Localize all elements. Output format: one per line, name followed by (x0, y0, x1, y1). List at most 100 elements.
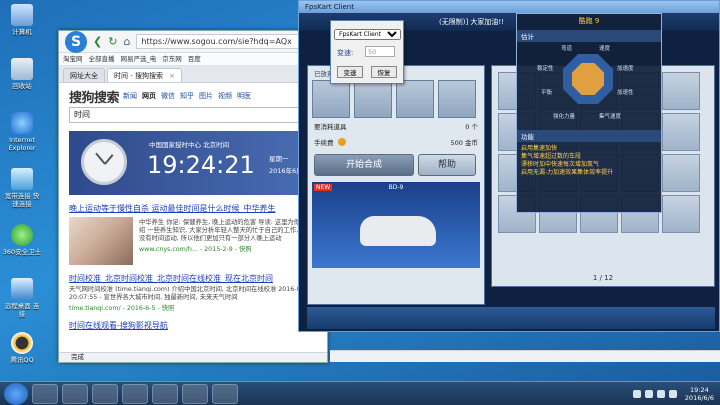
tab-search-time[interactable]: 时间 - 搜狗搜索 × (107, 68, 182, 82)
stat-label: 弯道 (561, 46, 573, 52)
sogou-search-logo[interactable]: 搜狗搜索 (69, 87, 120, 106)
material-slot[interactable] (396, 80, 434, 118)
beijing-time-card: 中国国家授时中心 北京时间 19:24:21 星期一 2016年6月6 (69, 131, 319, 195)
help-button[interactable]: 帮助 (418, 154, 476, 176)
search-nav-item[interactable]: 微信 (161, 91, 175, 101)
recycle-bin-icon (11, 58, 33, 80)
fee-label: 手续费 (314, 139, 334, 147)
system-tray: 19:24 2016/6/6 (632, 386, 720, 402)
taskbar-app-game-2[interactable] (212, 383, 238, 404)
speed-button[interactable]: 变速 (337, 66, 363, 78)
tab-home-directory[interactable]: 网址大全 (63, 68, 105, 82)
desktop-icon-label: 360安全卫士 (2, 248, 42, 256)
clock-label: 中国国家授时中心 北京时间 (149, 141, 230, 149)
stat-label: 稳定性 (537, 66, 554, 72)
speed-input[interactable] (365, 46, 395, 57)
result-title[interactable]: 晚上运动等于慢性自杀 运动最佳时间是什么时候_中华养生 (69, 203, 319, 214)
sogou-browser-logo[interactable]: S (65, 31, 87, 53)
car-icon (360, 216, 436, 246)
result-url[interactable]: time.tianqi.com/ - 2016-6-5 - 快照 (69, 303, 319, 312)
search-nav-item[interactable]: 明医 (237, 91, 251, 101)
bookmark-item[interactable]: 京东网 (162, 53, 182, 65)
taskbar-app-sogou[interactable] (32, 383, 58, 404)
remote-desktop-icon (11, 278, 33, 300)
tray-clock[interactable]: 19:24 2016/6/6 (685, 386, 714, 402)
start-button[interactable] (4, 382, 28, 405)
tooltip-section-function: 功能 (517, 130, 661, 142)
material-slot[interactable] (438, 80, 476, 118)
bookmark-item[interactable]: 淘宝网 (63, 53, 83, 65)
search-nav-item[interactable]: 知乎 (180, 91, 194, 101)
volume-icon[interactable] (668, 389, 677, 398)
result-url[interactable]: www.cnys.com/h... - 2015-2-9 - 快照 (139, 244, 319, 253)
client-select[interactable]: FpsKart Client (334, 29, 401, 40)
stat-label: 加速性 (617, 90, 634, 96)
synthesis-panel: 已放弃车辆 要消耗道具 0 个 手续费 500 金币 开始合成 帮助 NEW B… (307, 65, 485, 305)
stat-label: 速度 (599, 46, 611, 52)
car-slot[interactable] (662, 113, 700, 151)
result-title[interactable]: 时间校准_北京时间校准_北京时间在线校准_现在北京时间 (69, 273, 319, 284)
address-bar[interactable]: https://www.sogou.com/sie?hdq=AQx (136, 34, 321, 49)
stat-label: 强化力量 (553, 114, 576, 120)
fee-value: 500 金币 (450, 139, 478, 147)
speed-label: 变速: (337, 49, 354, 57)
taskbar-app-folder[interactable] (122, 383, 148, 404)
taskbar-app-media[interactable] (62, 383, 88, 404)
desktop-icon-ie[interactable]: Internet Explorer (2, 112, 42, 152)
result-thumbnail[interactable] (69, 217, 133, 265)
search-input[interactable]: 时间 (69, 107, 319, 123)
car-slot[interactable] (662, 72, 700, 110)
restore-button[interactable]: 恢复 (371, 66, 397, 78)
search-result: 时间校准_北京时间校准_北京时间在线校准_现在北京时间 天气网时间校准 (tim… (69, 273, 319, 312)
required-items-row: 要消耗道具 0 个 (308, 118, 484, 134)
car-slot[interactable] (662, 195, 700, 233)
coin-icon (337, 138, 346, 146)
browser-toolbar: S ❮ ↻ ⌂ https://www.sogou.com/sie?hdq=AQ… (59, 31, 327, 53)
car-stats-tooltip: 酷跑 9 估计 弯道 速度 稳定性 加速度 平衡 加速性 强化力量 集气速度 功… (516, 13, 662, 213)
refresh-icon[interactable]: ↻ (108, 35, 117, 48)
taskbar-app-game[interactable] (182, 383, 208, 404)
search-nav-item[interactable]: 图片 (199, 91, 213, 101)
back-icon[interactable]: ❮ (93, 35, 102, 48)
desktop-icon-computer[interactable]: 计算机 (2, 4, 42, 36)
game-window-title: FpsKart Client (299, 1, 719, 13)
clock-time: 19:24:21 (147, 151, 255, 179)
car-name: BD-9 (388, 184, 404, 191)
bookmark-item[interactable]: 百度 (188, 53, 201, 65)
bookmark-item[interactable]: 全部直播 (89, 53, 115, 65)
search-result: 时间在线观看-搜狗影视导航 (69, 320, 319, 331)
result-title[interactable]: 时间在线观看-搜狗影视导航 (69, 320, 319, 331)
desktop-icon-label: 回收站 (12, 82, 32, 90)
network-icon[interactable] (656, 389, 665, 398)
required-items-value: 0 个 (465, 123, 478, 131)
desktop-icon-broadband[interactable]: 宽带连接 快速连接 (2, 168, 42, 208)
taskbar-app-explorer[interactable] (92, 383, 118, 404)
close-icon[interactable]: × (169, 72, 175, 80)
start-synthesis-button[interactable]: 开始合成 (314, 154, 414, 176)
desktop-icon-recycle-bin[interactable]: 回收站 (2, 58, 42, 90)
tray-date: 2016/6/6 (684, 393, 714, 402)
desktop-icon-label: 远程桌面 连接 (4, 302, 40, 318)
stat-label: 集气速度 (599, 114, 622, 120)
bookmark-item[interactable]: 网易严选_电 (121, 53, 157, 65)
internet-explorer-icon (11, 112, 33, 134)
home-icon[interactable]: ⌂ (123, 35, 130, 48)
desktop-icon-qq[interactable]: 腾讯QQ (2, 332, 42, 364)
bookmarks-bar: 淘宝网 全部直播 网易严选_电 京东网 百度 (59, 53, 327, 66)
inventory-pager[interactable]: 1 / 12 (491, 271, 715, 285)
desktop-icon-remote-desktop[interactable]: 远程桌面 连接 (2, 278, 42, 318)
search-nav-item[interactable]: 视频 (218, 91, 232, 101)
tooltip-section-stats: 估计 (517, 30, 661, 42)
desktop-icon-360[interactable]: 360安全卫士 (2, 224, 42, 256)
tray-icon[interactable] (644, 389, 653, 398)
tray-icon[interactable] (632, 389, 641, 398)
browser-status-bar-right (330, 350, 720, 362)
taskbar-app-notepad[interactable] (152, 383, 178, 404)
search-nav-item[interactable]: 新闻 (123, 91, 137, 101)
material-slot[interactable] (354, 80, 392, 118)
result-snippet: 中华养生 你足: 保健养生, 晚上运动的危害 导读: 这里为你推荐介绍 一些养生… (139, 219, 319, 242)
search-nav-item-active[interactable]: 网页 (142, 91, 156, 101)
result-snippet: 天气网时间校准 (time.tianqi.com) 介绍中国北京时间, 北京时间… (69, 286, 315, 301)
car-slot[interactable] (662, 154, 700, 192)
material-slot[interactable] (312, 80, 350, 118)
